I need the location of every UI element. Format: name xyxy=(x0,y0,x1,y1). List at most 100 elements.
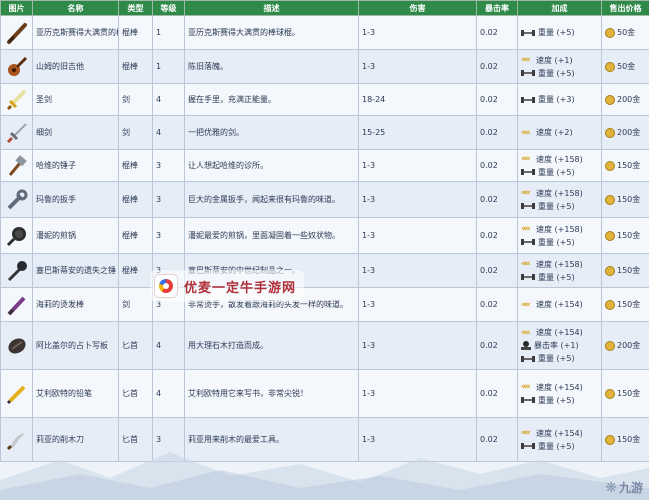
weight-icon xyxy=(521,273,535,281)
bonus-line: 重量 (+3) xyxy=(521,93,598,106)
bonus-text: 速度 (+154) xyxy=(536,428,583,438)
item-damage: 1-3 xyxy=(358,15,477,50)
bonus-text: 重量 (+5) xyxy=(538,441,575,451)
item-name[interactable]: 圣剑 xyxy=(32,83,119,116)
gold-coin-icon xyxy=(605,160,615,171)
sell-price: 200金 xyxy=(617,128,641,137)
item-name[interactable]: 潘妮的煎锅 xyxy=(32,217,119,254)
table-row: 塞巴斯蒂安的遗失之锤棍棒3塞巴斯蒂安的中世纪制品之一。1-30.02««速度 (… xyxy=(0,253,649,288)
bonus-text: 重量 (+5) xyxy=(538,68,575,78)
weight-icon xyxy=(521,202,535,210)
item-type: 棍棒 xyxy=(118,181,153,218)
item-bonus: «« 速度 (+154) 暴击率 (+1) 重量 (+5) xyxy=(517,321,602,370)
weight-icon xyxy=(521,442,535,450)
table-row: 莉亚的削木刀 匕首 3 莉亚用来削木的最爱工具。 1-3 0.02 «« 速度 (+154) 重… xyxy=(0,417,649,462)
gold-coin-icon xyxy=(605,434,615,445)
item-sell: 150金 xyxy=(601,369,649,418)
item-type: 棍棒 xyxy=(118,15,153,50)
item-image-cell xyxy=(0,149,33,182)
item-name[interactable]: 阿比盖尔的占卜写板 xyxy=(32,321,119,370)
item-desc: 握在手里，充满正能量。 xyxy=(184,83,359,116)
table-row: 潘妮的煎锅 棍棒 3 潘妮最爱的煎锅，里面凝固着一些奴状物。 1-3 0.02 «« 速度 (… xyxy=(0,217,649,254)
item-desc: 莉亚用来削木的最爱工具。 xyxy=(184,417,359,462)
page: 图片 名称 类型 等级 描述 伤害 暴击率 加成 售出价格 亚历克斯赛得大满贯的… xyxy=(0,0,649,500)
item-type: 剑 xyxy=(118,287,153,322)
item-level: 4 xyxy=(152,83,185,116)
item-name[interactable]: 艾利欧特的铅笔 xyxy=(32,369,119,418)
table-row: 哈维的锤子 棍棒 3 让人想起哈维的诊所。 1-3 0.02 «« 速度 (+158) 重量 (… xyxy=(0,149,649,182)
speed-icon: «« xyxy=(521,224,531,234)
gold-coin-icon xyxy=(605,61,615,72)
item-bonus: «« 速度 (+158) 重量 (+5) xyxy=(517,253,602,288)
item-image-cell xyxy=(0,115,33,150)
corner-brand-text: 九游 xyxy=(618,481,643,495)
bonus-text: 重量 (+5) xyxy=(538,167,575,177)
item-crit: 0.02 xyxy=(476,181,518,218)
bonus-line: 重量 (+5) xyxy=(521,200,598,213)
item-name[interactable]: 海莉的烫发棒 xyxy=(32,287,119,322)
item-type: 棍棒 xyxy=(118,217,153,254)
bonus-line: 重量 (+5) xyxy=(521,166,598,179)
item-bonus: «« 速度 (+154) 重量 (+5) xyxy=(517,417,602,462)
gold-coin-icon xyxy=(605,388,615,399)
weight-icon xyxy=(521,29,535,37)
sell-price: 150金 xyxy=(617,300,641,309)
item-name[interactable]: 玛鲁的扳手 xyxy=(32,181,119,218)
sell-price: 200金 xyxy=(617,95,641,104)
header-crit: 暴击率 xyxy=(476,0,518,16)
item-name[interactable]: 山姆的旧吉他 xyxy=(32,49,119,84)
item-name[interactable]: 莉亚的削木刀 xyxy=(32,417,119,462)
table-row: 细剑剑 4 一把优雅的剑。 15-25 0.02 «« 速度 (+2) 200金 xyxy=(0,115,649,150)
bonus-text: 重量 (+5) xyxy=(538,395,575,405)
bonus-line: «« 速度 (+158) xyxy=(521,187,598,200)
gold-coin-icon xyxy=(605,299,615,310)
weapon-table: 图片 名称 类型 等级 描述 伤害 暴击率 加成 售出价格 亚历克斯赛得大满贯的… xyxy=(0,0,649,462)
header-name: 名称 xyxy=(32,0,119,16)
gold-coin-icon xyxy=(605,230,615,241)
item-name[interactable]: 细剑 xyxy=(32,115,119,150)
table-row: 亚历克斯赛得大满贯的棒球棍棍棒1亚历克斯赛得大满贯的棒球棍。1-30.02 重量 … xyxy=(0,15,649,50)
table-row: 玛鲁的扳手 棍棒 3 巨大的金属扳手，闻起来很有玛鲁的味道。 1-3 0.02 «« 速度 (… xyxy=(0,181,649,218)
weight-icon xyxy=(521,96,535,104)
weight-icon xyxy=(521,69,535,77)
item-bonus: «« 速度 (+158) 重量 (+5) xyxy=(517,217,602,254)
sell-price: 150金 xyxy=(617,435,641,444)
item-desc: 陈旧落魄。 xyxy=(184,49,359,84)
item-type: 匕首 xyxy=(118,369,153,418)
item-bonus: «« 速度 (+158) 重量 (+5) xyxy=(517,149,602,182)
speed-icon: «« xyxy=(521,188,531,198)
item-crit: 0.02 xyxy=(476,149,518,182)
bonus-text: 重量 (+3) xyxy=(538,95,575,104)
gold-coin-icon xyxy=(605,127,615,138)
sell-price: 50金 xyxy=(617,28,636,37)
bonus-text: 重量 (+5) xyxy=(538,28,575,37)
speed-icon: «« xyxy=(521,299,531,310)
item-bonus: «« 速度 (+2) xyxy=(517,115,602,150)
item-damage: 1-3 xyxy=(358,287,477,322)
bonus-line: 重量 (+5) xyxy=(521,440,598,453)
item-sell: 150金 xyxy=(601,253,649,288)
item-desc: 艾利欧特用它来写书，非常尖锐！ xyxy=(184,369,359,418)
sell-price: 150金 xyxy=(617,389,641,398)
bonus-line: 重量 (+5) xyxy=(521,67,598,80)
item-name[interactable]: 亚历克斯赛得大满贯的棒球棍 xyxy=(32,15,119,50)
bonus-line: 重量 (+5) xyxy=(521,236,598,249)
header-level: 等级 xyxy=(152,0,185,16)
item-crit: 0.02 xyxy=(476,15,518,50)
corner-brand: ❋ 九游 xyxy=(605,479,643,496)
bonus-text: 重量 (+5) xyxy=(538,201,575,211)
pan-icon xyxy=(2,224,32,248)
guitar-icon xyxy=(2,55,32,79)
item-crit: 0.02 xyxy=(476,321,518,370)
item-name[interactable]: 塞巴斯蒂安的遗失之锤 xyxy=(32,253,119,288)
bonus-text: 速度 (+1) xyxy=(536,55,573,65)
item-sell: 150金 xyxy=(601,181,649,218)
item-name[interactable]: 哈维的锤子 xyxy=(32,149,119,182)
item-damage: 18-24 xyxy=(358,83,477,116)
item-level: 4 xyxy=(152,321,185,370)
bonus-line: «« 速度 (+2) xyxy=(521,126,598,139)
bonus-text: 速度 (+154) xyxy=(536,382,583,392)
weight-icon xyxy=(521,396,535,404)
item-level: 1 xyxy=(152,15,185,50)
item-damage: 15-25 xyxy=(358,115,477,150)
